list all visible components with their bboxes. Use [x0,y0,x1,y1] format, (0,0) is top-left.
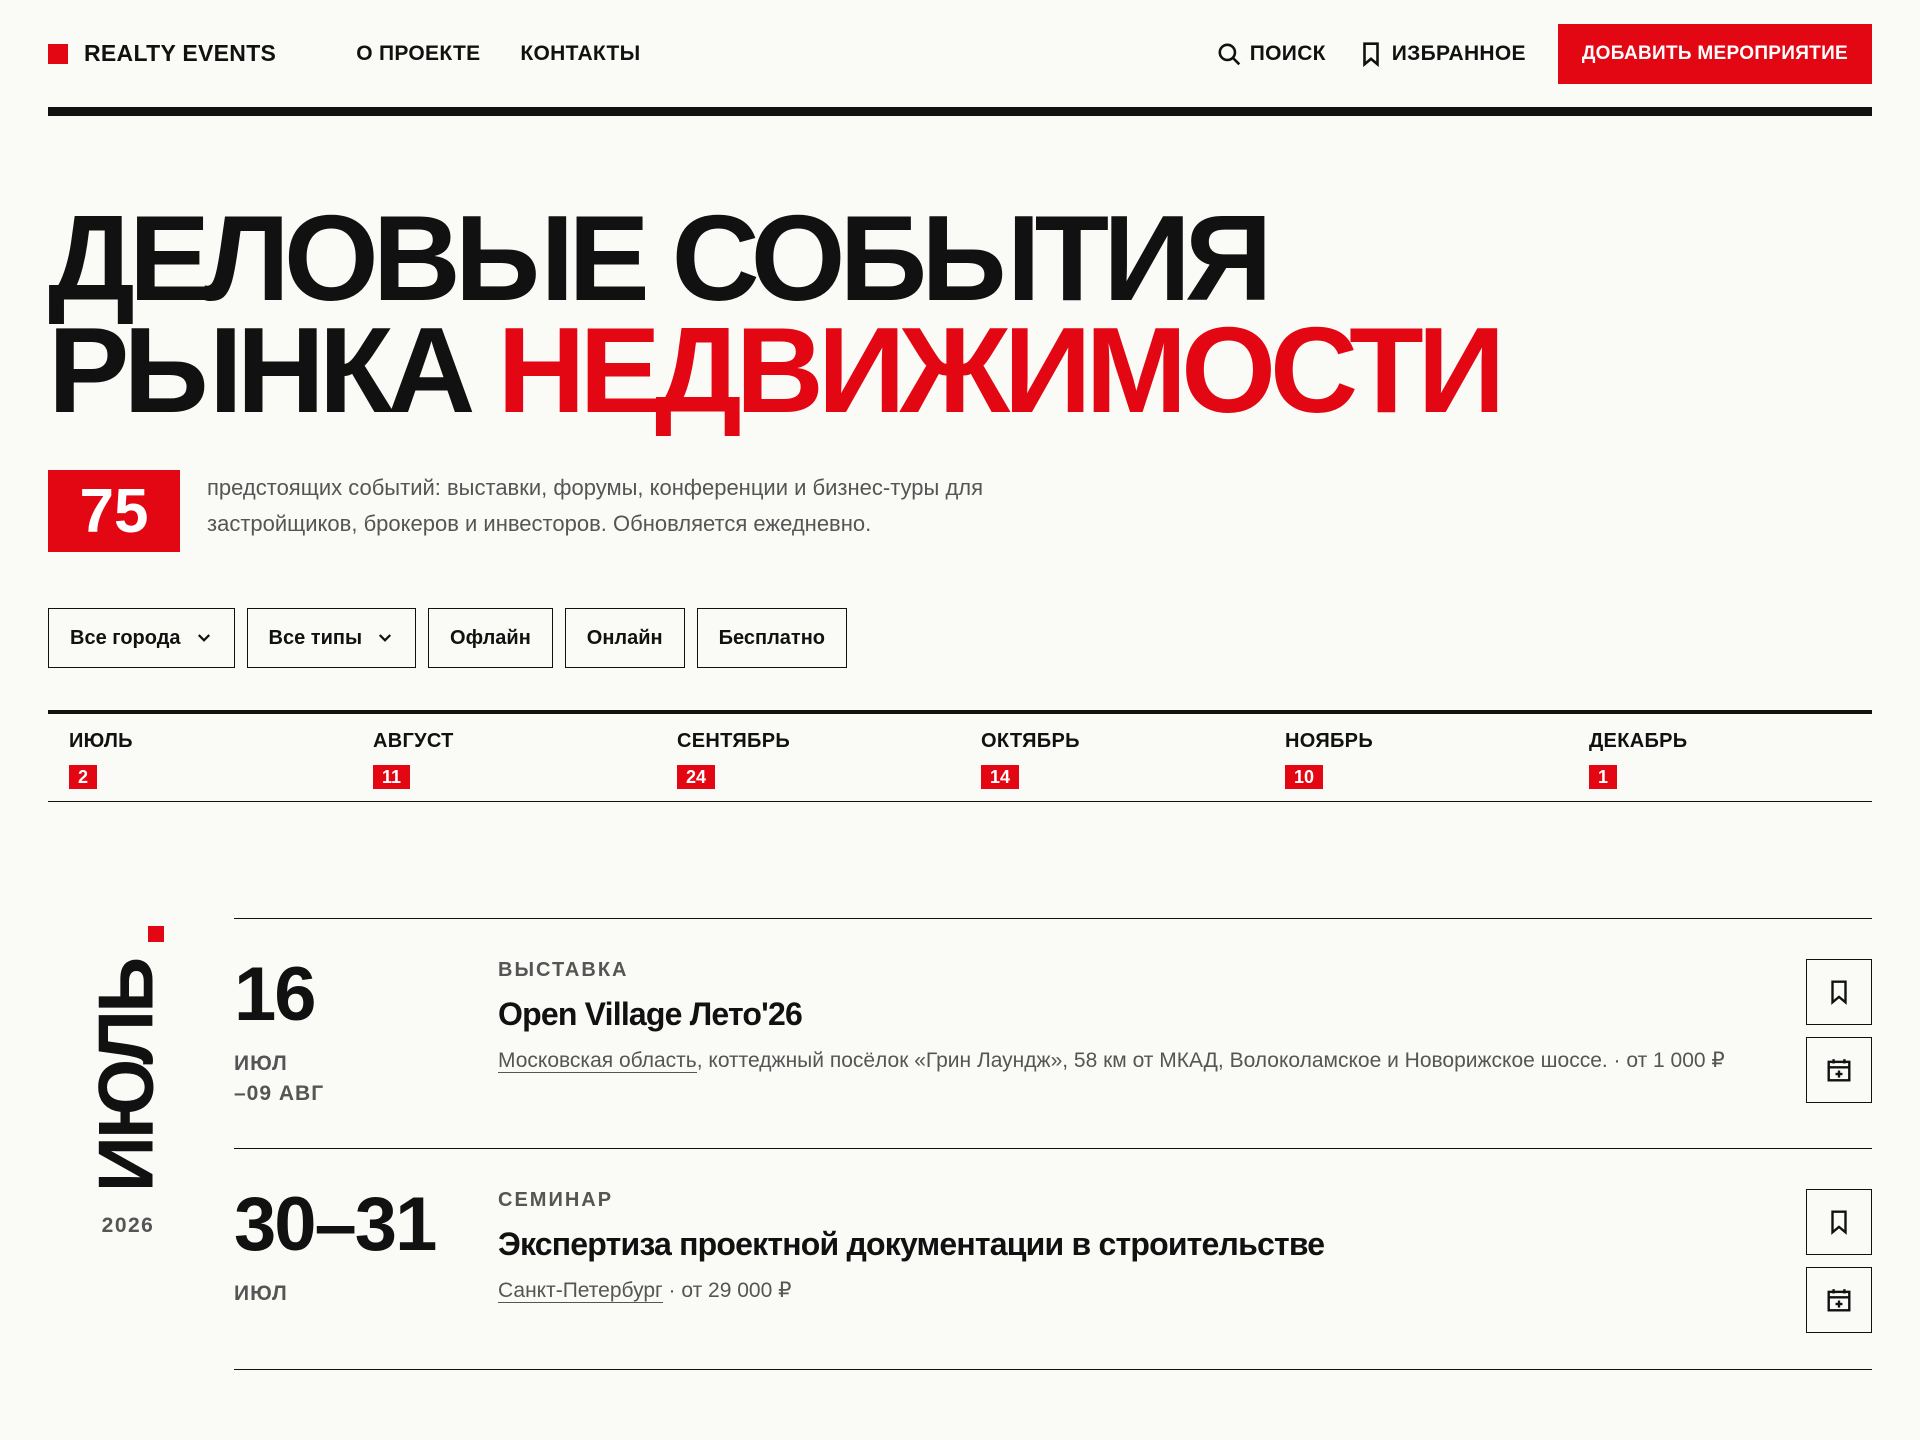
month-tab-september[interactable]: СЕНТЯБРЬ 24 [656,714,960,801]
city-filter-label: Все города [70,626,181,649]
event-actions [1806,959,1872,1103]
event-details: , коттеджный посёлок «Грин Лаундж», 58 к… [696,1049,1725,1072]
header-actions: ПОИСК ИЗБРАННОЕ ДОБАВИТЬ МЕРОПРИЯТИЕ [1216,23,1872,84]
month-count-badge: 1 [1589,765,1618,789]
free-filter-button[interactable]: Бесплатно [696,608,847,668]
bookmark-icon [1831,1210,1847,1235]
calendar-add-icon [1827,1289,1851,1312]
event-location-link[interactable]: Санкт-Петербург [498,1279,663,1303]
month-tab-november[interactable]: НОЯБРЬ 10 [1264,714,1568,801]
events-section: ИЮЛЬ 2026 16 ИЮЛ –09 АВГ ВЫСТАВКА Open V… [48,918,1872,1378]
months-strip: ИЮЛЬ 2 АВГУСТ 11 СЕНТЯБРЬ 24 ОКТЯБРЬ 14 … [48,710,1872,802]
event-actions [1806,1189,1872,1333]
event-date: 16 ИЮЛ –09 АВГ [234,957,324,1109]
month-name: ИЮЛЬ [69,730,133,752]
event-month: ИЮЛ [234,1279,435,1309]
event-meta: Московская область, коттеджный посёлок «… [498,1044,1768,1078]
type-filter-label: Все типы [268,626,363,649]
event-type: СЕМИНАР [498,1189,614,1211]
month-name: СЕНТЯБРЬ [677,730,791,752]
favorites-link[interactable]: ИЗБРАННОЕ [1358,41,1526,67]
section-year: 2026 [101,1214,155,1237]
month-count-badge: 10 [1285,765,1324,789]
event-body: СЕМИНАР Экспертиза проектной документаци… [498,1189,1768,1308]
search-link[interactable]: ПОИСК [1216,41,1326,67]
bookmark-icon [1362,41,1379,67]
month-tab-october[interactable]: ОКТЯБРЬ 14 [960,714,1264,801]
month-tab-august[interactable]: АВГУСТ 11 [352,714,656,801]
bookmark-button[interactable] [1806,959,1872,1025]
add-to-calendar-button[interactable] [1806,1037,1872,1103]
event-day: 30–31 [234,1182,437,1267]
bookmark-button[interactable] [1806,1189,1872,1255]
main-nav: О ПРОЕКТЕ КОНТАКТЫ [356,42,640,66]
month-name: ДЕКАБРЬ [1589,730,1688,752]
calendar-add-icon [1827,1059,1851,1082]
brand-name: REALTY EVENTS [84,40,277,66]
event-title-link[interactable]: Экспертиза проектной документации в стро… [498,1224,1768,1264]
month-count-badge: 24 [677,765,716,789]
event-month: ИЮЛ –09 АВГ [234,1049,324,1109]
events-count-badge: 75 [48,470,180,552]
section-month-heading: ИЮЛЬ [82,926,170,1226]
event-row[interactable]: 16 ИЮЛ –09 АВГ ВЫСТАВКА Open Village Лет… [234,919,1872,1149]
chevron-down-icon [197,634,210,642]
nav-about-link[interactable]: О ПРОЕКТЕ [356,42,480,66]
search-label: ПОИСК [1249,41,1326,65]
event-location-link[interactable]: Московская область [498,1049,697,1073]
month-count-badge: 14 [981,765,1020,789]
intro-description: предстоящих событий: выставки, форумы, к… [207,475,984,536]
city-filter-dropdown[interactable]: Все города [48,608,235,668]
event-month-end: –09 АВГ [234,1082,325,1105]
chevron-down-icon [378,634,392,642]
add-event-button[interactable]: ДОБАВИТЬ МЕРОПРИЯТИЕ [1557,23,1872,84]
month-name: АВГУСТ [373,730,454,752]
month-dot-icon [148,926,164,942]
intro: 75 предстоящих событий: выставки, форумы… [48,470,1872,552]
favorites-label: ИЗБРАННОЕ [1391,41,1526,65]
month-name: НОЯБРЬ [1285,730,1374,752]
event-row[interactable]: 30–31 ИЮЛ СЕМИНАР Экспертиза проектной д… [234,1149,1872,1370]
event-month-start: ИЮЛ [234,1052,288,1075]
title-line-2-black: РЫНКА [48,302,475,438]
event-meta: Санкт-Петербург · от 29 000 ₽ [498,1274,1768,1308]
event-date: 30–31 ИЮЛ [234,1182,437,1309]
site-header: REALTY EVENTS О ПРОЕКТЕ КОНТАКТЫ ПОИСК И… [48,0,1872,116]
online-filter-button[interactable]: Онлайн [564,608,685,668]
nav-contacts-link[interactable]: КОНТАКТЫ [520,42,640,66]
title-line-2-red: НЕДВИЖИМОСТИ [497,302,1505,438]
event-month-start: ИЮЛ [234,1282,288,1305]
event-type: ВЫСТАВКА [498,959,629,981]
brand-square-icon [48,43,68,64]
event-day: 16 [234,952,317,1037]
event-title-link[interactable]: Open Village Лето'26 [498,994,1768,1034]
month-tab-december[interactable]: ДЕКАБРЬ 1 [1568,714,1872,801]
month-count-badge: 11 [373,765,411,789]
type-filter-dropdown[interactable]: Все типы [246,608,417,668]
month-count-badge: 2 [69,765,98,789]
bookmark-icon [1831,980,1847,1005]
offline-filter-button[interactable]: Офлайн [428,608,553,668]
section-month-label: ИЮЛЬ [81,959,170,1193]
search-icon [1218,42,1240,65]
event-list: 16 ИЮЛ –09 АВГ ВЫСТАВКА Open Village Лет… [234,918,1872,1370]
month-tab-july[interactable]: ИЮЛЬ 2 [48,714,352,801]
month-name: ОКТЯБРЬ [981,730,1080,752]
page: REALTY EVENTS О ПРОЕКТЕ КОНТАКТЫ ПОИСК И… [0,0,1920,1440]
filters-bar: Все города Все типы Офлайн Онлайн Беспла… [48,608,1872,668]
event-details: · от 29 000 ₽ [662,1279,792,1302]
event-body: ВЫСТАВКА Open Village Лето'26 Московская… [498,959,1768,1078]
page-title: ДЕЛОВЫЕ СОБЫТИЯ РЫНКА НЕДВИЖИМОСТИ [48,197,1872,431]
brand-logo[interactable]: REALTY EVENTS [48,40,276,67]
add-to-calendar-button[interactable] [1806,1267,1872,1333]
